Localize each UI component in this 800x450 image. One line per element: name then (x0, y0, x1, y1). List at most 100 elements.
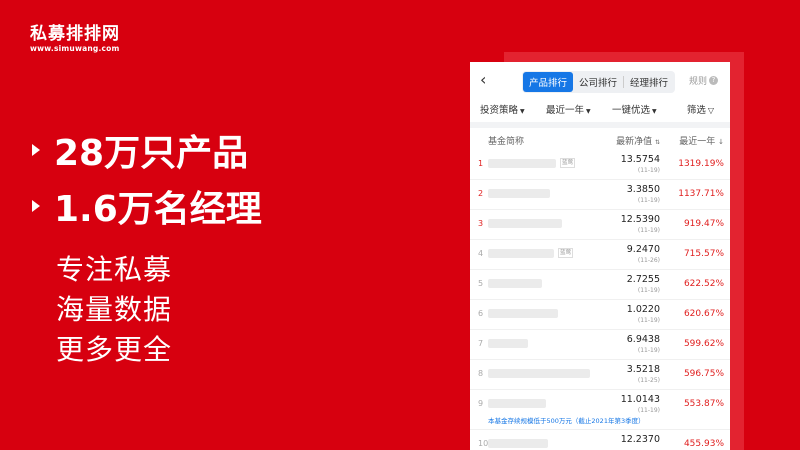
row-return: 455.93% (683, 439, 724, 449)
row-return: 1319.19% (678, 159, 724, 169)
row-return: 919.47% (683, 219, 724, 229)
row-nav: 6.9438 (626, 334, 660, 345)
row-nav: 12.5390 (620, 214, 660, 225)
row-nav: 2.7255 (626, 274, 660, 285)
fund-name-placeholder (488, 159, 556, 168)
filter-screen[interactable]: 筛选 ▽ (687, 102, 714, 116)
table-row[interactable]: 9 11.0143 (11-19) 553.87% 本基金存续规模低于500万元（截止2… (470, 390, 730, 430)
fund-name-placeholder (488, 189, 550, 198)
chevron-left-icon[interactable]: ‹ (480, 70, 486, 89)
row-nav: 12.2370 (620, 434, 660, 445)
subtext-focus: 专注私募 (56, 253, 173, 286)
fund-name-placeholder (488, 439, 548, 448)
triangle-bullet-icon (32, 144, 40, 156)
row-nav: 13.5754 (620, 154, 660, 165)
headline-products: 28万只产品 (32, 124, 248, 176)
row-rank: 3 (478, 219, 484, 228)
ranking-list: 1 蓝莺 13.5754 (11-19) 1319.19% 2 3.3850 (11-19) 1… (470, 150, 730, 450)
col-fund-name: 基金简称 (488, 137, 525, 147)
row-rank: 2 (478, 189, 484, 198)
caret-down-icon: ▼ (586, 108, 591, 115)
row-nav-date: (11-19) (637, 197, 660, 204)
fund-name-placeholder (488, 249, 554, 258)
tab-product-ranking[interactable]: 产品排行 (523, 72, 574, 92)
row-tag: 蓝莺 (558, 248, 574, 258)
row-nav: 11.0143 (620, 394, 660, 405)
rules-link[interactable]: 规则 ? (689, 74, 718, 87)
row-nav-date: (11-19) (637, 317, 660, 324)
fund-name-placeholder (488, 369, 590, 378)
ranking-tabs: 产品排行 公司排行 经理排行 (522, 71, 676, 93)
table-row[interactable]: 1 蓝莺 13.5754 (11-19) 1319.19% (470, 150, 730, 180)
row-nav: 3.3850 (626, 184, 660, 195)
sort-down-icon: ↓ (718, 138, 724, 146)
tab-manager-ranking[interactable]: 经理排行 (624, 72, 674, 92)
row-nav-date: (11-19) (637, 167, 660, 174)
table-row[interactable]: 6 1.0220 (11-19) 620.67% (470, 300, 730, 330)
row-nav-date: (11-25) (637, 377, 660, 384)
col-latest-nav-label: 最新净值 (616, 137, 653, 147)
table-row[interactable]: 10 12.2370 455.93% (470, 430, 730, 450)
fund-name-placeholder (488, 399, 546, 408)
table-row[interactable]: 5 2.7255 (11-19) 622.52% (470, 270, 730, 300)
row-rank: 4 (478, 249, 484, 258)
row-return: 1137.71% (678, 189, 724, 199)
row-return: 620.67% (683, 309, 724, 319)
fund-name-placeholder (488, 219, 562, 228)
brand-url: www.simuwang.com (30, 44, 120, 53)
col-return-label: 最近一年 (679, 137, 716, 147)
brand-logo: 私募排排网 www.simuwang.com (30, 24, 120, 54)
filter-quick-pick-label: 一键优选 (612, 105, 651, 116)
table-row[interactable]: 8 3.5218 (11-25) 596.75% (470, 360, 730, 390)
rules-label: 规则 (688, 77, 707, 87)
row-nav-date: (11-19) (637, 227, 660, 234)
filter-quick-pick[interactable]: 一键优选 ▼ (612, 102, 657, 116)
row-tag: 蓝莺 (560, 158, 576, 168)
headline-products-text: 28万只产品 (54, 133, 249, 174)
headline-managers-text: 1.6万名经理 (54, 189, 262, 230)
table-row[interactable]: 2 3.3850 (11-19) 1137.71% (470, 180, 730, 210)
row-rank: 5 (478, 279, 484, 288)
col-return[interactable]: 最近一年 ↓ (679, 134, 724, 147)
filter-bar: 投资策略 ▼ 最近一年 ▼ 一键优选 ▼ 筛选 ▽ (470, 96, 730, 122)
row-return: 596.75% (683, 369, 724, 379)
row-nav: 3.5218 (626, 364, 660, 375)
subtext-data: 海量数据 (56, 293, 173, 326)
fund-name-placeholder (488, 309, 558, 318)
row-nav: 9.2470 (626, 244, 660, 255)
filter-screen-label: 筛选 (686, 105, 706, 116)
row-rank: 10 (478, 439, 489, 448)
row-rank: 9 (478, 399, 484, 408)
headline-managers: 1.6万名经理 (32, 180, 262, 232)
row-rank: 6 (478, 309, 484, 318)
row-rank: 8 (478, 369, 484, 378)
filter-strategy-label: 投资策略 (480, 105, 519, 116)
filter-strategy[interactable]: 投资策略 ▼ (480, 102, 525, 116)
tab-company-ranking[interactable]: 公司排行 (573, 72, 623, 92)
app-topbar: ‹ 产品排行 公司排行 经理排行 规则 ? (470, 62, 730, 96)
table-row[interactable]: 3 12.5390 (11-19) 919.47% (470, 210, 730, 240)
table-header: 基金简称 最新净值 ⇅ 最近一年 ↓ (470, 128, 730, 150)
app-screen: ‹ 产品排行 公司排行 经理排行 规则 ? 投资策略 ▼ 最近一年 ▼ 一键优选 ▼ … (470, 62, 730, 450)
triangle-bullet-icon (32, 200, 40, 212)
filter-period[interactable]: 最近一年 ▼ (546, 102, 591, 116)
row-return: 715.57% (683, 249, 724, 259)
caret-down-icon: ▼ (652, 108, 657, 115)
filter-period-label: 最近一年 (546, 105, 585, 116)
question-icon: ? (709, 76, 718, 85)
brand-name: 私募排排网 (30, 24, 120, 44)
sort-icon: ⇅ (654, 139, 660, 146)
col-latest-nav[interactable]: 最新净值 ⇅ (616, 134, 660, 147)
row-rank: 1 (478, 159, 484, 168)
caret-down-icon: ▼ (520, 108, 525, 115)
fund-name-placeholder (488, 279, 542, 288)
row-nav: 1.0220 (626, 304, 660, 315)
subtext-complete: 更多更全 (56, 333, 173, 366)
table-row[interactable]: 7 6.9438 (11-19) 599.62% (470, 330, 730, 360)
table-row[interactable]: 4 蓝莺 9.2470 (11-26) 715.57% (470, 240, 730, 270)
row-return: 553.87% (683, 399, 724, 409)
row-nav-date: (11-19) (637, 287, 660, 294)
row-return: 622.52% (683, 279, 724, 289)
row-nav-date: (11-19) (637, 407, 660, 414)
funnel-icon: ▽ (707, 106, 714, 115)
